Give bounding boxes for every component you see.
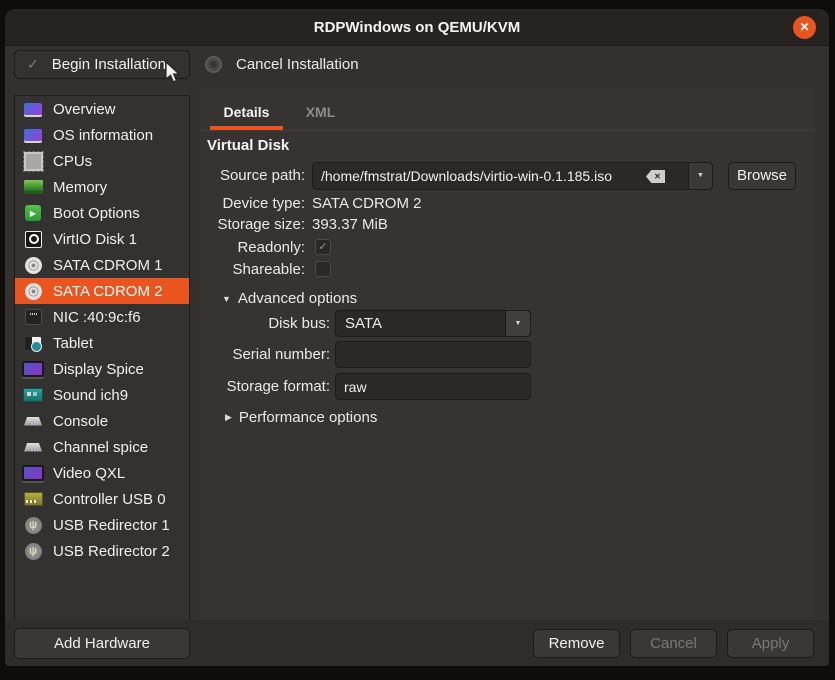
tab-xml[interactable]: XML bbox=[293, 97, 348, 130]
performance-options-expander[interactable]: ▶ Performance options bbox=[225, 409, 377, 426]
sidebar-item-channel-spice[interactable]: Channel spice bbox=[15, 434, 189, 460]
performance-options-label: Performance options bbox=[239, 409, 377, 426]
device-type-label: Device type: bbox=[200, 195, 305, 213]
advanced-options-label: Advanced options bbox=[238, 290, 357, 307]
sound-icon bbox=[22, 386, 44, 404]
browse-button[interactable]: Browse bbox=[728, 162, 796, 190]
expander-open-icon: ▼ bbox=[222, 294, 231, 304]
readonly-checkbox[interactable]: ✓ bbox=[315, 239, 331, 255]
chevron-down-icon: ▼ bbox=[697, 172, 704, 179]
display-icon bbox=[22, 464, 44, 482]
cdrom-icon bbox=[22, 256, 44, 274]
sidebar-item-cpus[interactable]: CPUs bbox=[15, 148, 189, 174]
add-hardware-button[interactable]: Add Hardware bbox=[14, 628, 190, 659]
window-title: RDPWindows on QEMU/KVM bbox=[5, 9, 829, 46]
disk-bus-value: SATA bbox=[336, 315, 382, 332]
serial-icon bbox=[22, 438, 44, 456]
storage-size-value: 393.37 MiB bbox=[312, 216, 388, 234]
monitor-icon bbox=[22, 100, 44, 118]
stop-icon bbox=[205, 56, 222, 73]
cdrom-icon bbox=[22, 282, 44, 300]
disk-icon bbox=[22, 230, 44, 248]
disk-bus-label: Disk bus: bbox=[200, 315, 330, 333]
sidebar-item-sata-cdrom-2[interactable]: SATA CDROM 2 bbox=[15, 278, 189, 304]
usb-icon bbox=[22, 542, 44, 560]
cancel-installation-label: Cancel Installation bbox=[236, 56, 359, 73]
sidebar-item-video-qxl[interactable]: Video QXL bbox=[15, 460, 189, 486]
expander-closed-icon: ▶ bbox=[225, 412, 232, 423]
cancel-installation-button[interactable]: Cancel Installation bbox=[205, 50, 359, 79]
clear-entry-icon[interactable]: ✕ bbox=[646, 170, 665, 183]
sidebar-item-boot-options[interactable]: Boot Options bbox=[15, 200, 189, 226]
sidebar-item-usb-redirector-2[interactable]: USB Redirector 2 bbox=[15, 538, 189, 564]
sidebar-item-memory[interactable]: Memory bbox=[15, 174, 189, 200]
source-path-input[interactable]: /home/fmstrat/Downloads/virtio-win-0.1.1… bbox=[312, 162, 713, 190]
begin-installation-label: Begin Installation bbox=[39, 56, 179, 73]
storage-format-value: raw bbox=[336, 379, 367, 395]
shareable-label: Shareable: bbox=[200, 261, 305, 279]
sidebar-item-sata-cdrom-1[interactable]: SATA CDROM 1 bbox=[15, 252, 189, 278]
disk-bus-select[interactable]: SATA ▼ bbox=[335, 310, 531, 337]
source-path-value: /home/fmstrat/Downloads/virtio-win-0.1.1… bbox=[313, 168, 612, 184]
chevron-down-icon: ▼ bbox=[505, 311, 530, 336]
controller-icon bbox=[22, 490, 44, 508]
source-path-dropdown-button[interactable]: ▼ bbox=[688, 163, 712, 189]
nic-icon bbox=[22, 308, 44, 326]
section-title: Virtual Disk bbox=[207, 137, 289, 154]
sidebar-item-overview[interactable]: Overview bbox=[15, 96, 189, 122]
boot-icon bbox=[22, 204, 44, 222]
sidebar-item-controller-usb-0[interactable]: Controller USB 0 bbox=[15, 486, 189, 512]
storage-format-label: Storage format: bbox=[200, 378, 330, 396]
mouse-cursor bbox=[165, 61, 187, 85]
readonly-label: Readonly: bbox=[200, 239, 305, 257]
advanced-options-expander[interactable]: ▼ Advanced options bbox=[222, 290, 357, 307]
close-window-button[interactable]: ✕ bbox=[793, 16, 816, 39]
memory-icon bbox=[22, 178, 44, 196]
vm-details-window: RDPWindows on QEMU/KVM ✕ ✓ Begin Install… bbox=[5, 9, 829, 666]
serial-number-label: Serial number: bbox=[200, 346, 330, 364]
tab-divider bbox=[200, 130, 815, 131]
begin-installation-button[interactable]: ✓ Begin Installation bbox=[14, 50, 190, 79]
source-path-label: Source path: bbox=[200, 167, 305, 185]
remove-button[interactable]: Remove bbox=[533, 629, 620, 658]
sidebar-item-virtio-disk-1[interactable]: VirtIO Disk 1 bbox=[15, 226, 189, 252]
titlebar[interactable]: RDPWindows on QEMU/KVM ✕ bbox=[5, 9, 829, 46]
monitor-icon bbox=[22, 126, 44, 144]
serial-icon bbox=[22, 412, 44, 430]
device-type-value: SATA CDROM 2 bbox=[312, 195, 421, 213]
sidebar-item-display-spice[interactable]: Display Spice bbox=[15, 356, 189, 382]
close-icon: ✕ bbox=[799, 20, 809, 34]
check-icon: ✓ bbox=[318, 241, 327, 253]
check-icon: ✓ bbox=[27, 56, 39, 73]
usb-icon bbox=[22, 516, 44, 534]
cpu-icon bbox=[22, 152, 44, 170]
tablet-icon bbox=[22, 334, 44, 352]
display-icon bbox=[22, 360, 44, 378]
hardware-list: Overview OS information CPUs Memory Boot… bbox=[14, 95, 190, 622]
sidebar-item-nic-40-9c-f6[interactable]: NIC :40:9c:f6 bbox=[15, 304, 189, 330]
apply-button[interactable]: Apply bbox=[727, 629, 814, 658]
sidebar-item-sound-ich9[interactable]: Sound ich9 bbox=[15, 382, 189, 408]
storage-format-input[interactable]: raw bbox=[335, 373, 531, 400]
sidebar-item-tablet[interactable]: Tablet bbox=[15, 330, 189, 356]
sidebar-item-os-information[interactable]: OS information bbox=[15, 122, 189, 148]
sidebar-item-usb-redirector-1[interactable]: USB Redirector 1 bbox=[15, 512, 189, 538]
storage-size-label: Storage size: bbox=[200, 216, 305, 234]
tab-details[interactable]: Details bbox=[210, 97, 283, 130]
cancel-button[interactable]: Cancel bbox=[630, 629, 717, 658]
shareable-checkbox[interactable]: ✓ bbox=[315, 261, 331, 277]
serial-number-input[interactable] bbox=[335, 341, 531, 368]
sidebar-item-console[interactable]: Console bbox=[15, 408, 189, 434]
